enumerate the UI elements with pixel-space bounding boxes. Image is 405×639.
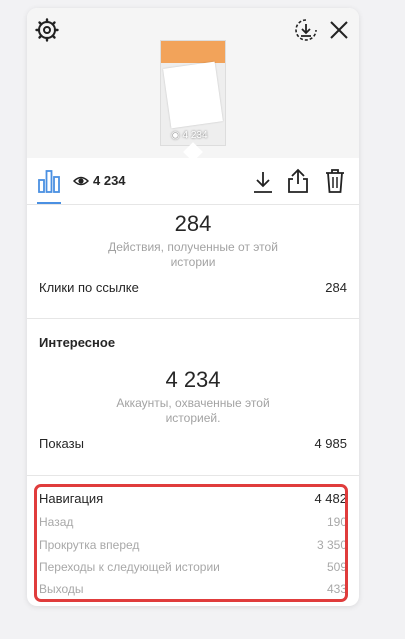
share-icon[interactable] (287, 168, 309, 194)
actions-count: 284 (174, 211, 212, 236)
insights-tab-bar: 4 234 (27, 158, 359, 205)
row-label: Показы (39, 436, 84, 451)
navigation-highlight-box (34, 484, 348, 602)
section-divider (27, 318, 359, 319)
section-title-interesting: Интересное (39, 335, 116, 350)
story-preview-header: ◉ 4 234 (27, 8, 359, 158)
thumbnail-paper (163, 61, 223, 129)
eye-icon (73, 176, 89, 186)
bar-chart-icon[interactable] (37, 168, 61, 194)
active-tab-indicator (37, 202, 61, 204)
thumbnail-views: ◉ 4 234 (171, 130, 208, 141)
row-value: 284 (325, 280, 347, 295)
close-icon[interactable] (329, 20, 349, 40)
row-value: 4 985 (314, 436, 347, 451)
story-insights-panel: ◉ 4 234 4 234 284 Действия, полученные о… (27, 8, 359, 606)
thumbnail-banner (161, 41, 225, 63)
reach-caption: Аккаунты, охваченные этой историей. (116, 396, 270, 425)
section-divider (27, 475, 359, 476)
thumbnail-views-count: 4 234 (182, 130, 208, 141)
gear-icon[interactable] (35, 18, 59, 42)
actions-caption: Действия, полученные от этой истории (108, 240, 278, 269)
download-icon[interactable] (252, 170, 274, 194)
reach-count: 4 234 (165, 367, 221, 392)
link-clicks-row: Клики по ссылке 284 (39, 280, 347, 298)
impressions-row: Показы 4 985 (39, 436, 347, 454)
row-label: Клики по ссылке (39, 280, 139, 295)
trash-icon[interactable] (324, 168, 346, 194)
story-thumbnail[interactable]: ◉ 4 234 (160, 40, 226, 146)
download-circle-icon[interactable] (294, 18, 318, 42)
views-count: 4 234 (93, 173, 126, 188)
eye-icon: ◉ (171, 130, 183, 141)
